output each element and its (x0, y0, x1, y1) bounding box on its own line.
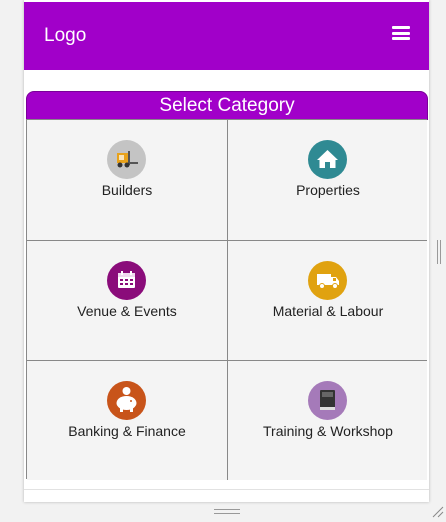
category-training-workshop[interactable]: Training & Workshop (227, 360, 427, 480)
hamburger-icon[interactable] (392, 26, 410, 40)
resize-grip-icon[interactable] (432, 506, 444, 518)
divider (24, 489, 429, 490)
category-card: Select Category Builders Properties Venu… (26, 91, 428, 480)
category-banking-finance[interactable]: Banking & Finance (27, 360, 227, 480)
category-title: Select Category (26, 91, 428, 120)
category-label: Builders (101, 182, 153, 198)
book-icon (308, 381, 347, 420)
category-grid: Builders Properties Venue & Events Mater… (26, 119, 427, 480)
category-venue-events[interactable]: Venue & Events (27, 240, 227, 360)
category-label: Properties (296, 182, 360, 198)
forklift-icon (107, 140, 146, 179)
category-label: Material & Labour (272, 303, 384, 319)
app-header: Logo (24, 2, 429, 70)
scroll-handle[interactable] (437, 240, 442, 264)
category-properties[interactable]: Properties (227, 120, 427, 240)
home-icon (308, 140, 347, 179)
category-label: Training & Workshop (263, 423, 393, 439)
category-builders[interactable]: Builders (27, 120, 227, 240)
category-label: Banking & Finance (68, 423, 186, 439)
truck-icon (308, 261, 347, 300)
category-label: Venue & Events (77, 303, 177, 319)
category-material-labour[interactable]: Material & Labour (227, 240, 427, 360)
drag-handle[interactable] (214, 509, 240, 515)
piggy-bank-icon (107, 381, 146, 420)
logo[interactable]: Logo (44, 25, 86, 47)
calendar-icon (107, 261, 146, 300)
